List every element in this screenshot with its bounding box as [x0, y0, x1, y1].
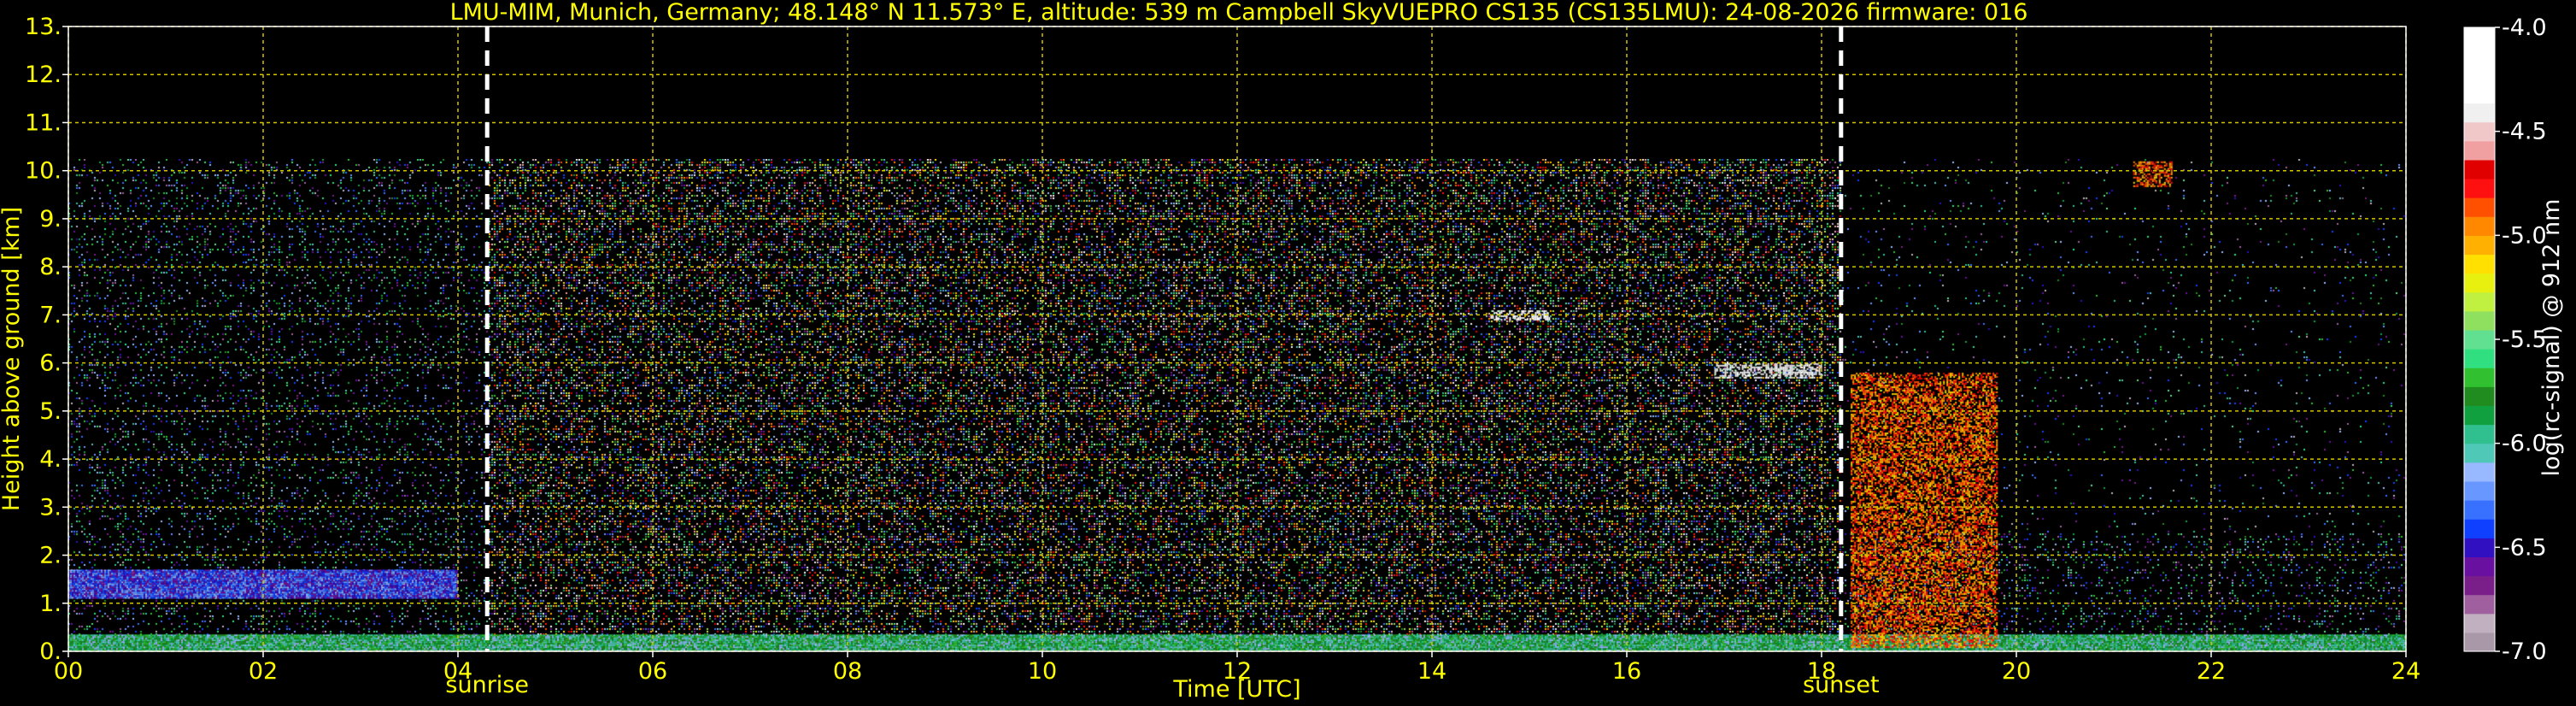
x-tick-label: 24 [2391, 658, 2421, 685]
y-tick-label: 4. [39, 446, 62, 473]
colorbar-segment [2464, 159, 2495, 179]
colorbar-tick-label: -4.5 [2502, 119, 2547, 145]
ceilometer-chart: sunrise sunset 00 02 04 06 08 10 12 14 16 18 20 22 24… [0, 0, 2576, 706]
y-tick-label: 7. [39, 302, 62, 328]
colorbar-segment [2464, 273, 2495, 293]
x-tick-label: 04 [443, 658, 472, 685]
colorbar-segment [2464, 140, 2495, 161]
colorbar-segment [2464, 103, 2495, 123]
y-tick-label: 0. [39, 638, 62, 665]
colorbar-segment [2464, 386, 2495, 407]
plot-area [68, 26, 2406, 651]
colorbar-segment [2464, 349, 2495, 368]
colorbar-segment [2464, 575, 2495, 596]
colorbar-segment [2464, 632, 2495, 652]
colorbar-label: log(rc-signal) @ 912 nm [2538, 199, 2565, 477]
colorbar-segment [2464, 27, 2495, 47]
y-tick-label: 2. [39, 543, 62, 569]
colorbar-segment [2464, 178, 2495, 198]
colorbar-segment [2464, 500, 2495, 520]
colorbar-segment [2464, 519, 2495, 538]
y-tick-label: 9. [39, 206, 62, 232]
y-tick-label: 3. [39, 494, 62, 521]
x-tick-label: 18 [1807, 658, 1836, 685]
y-tick-label: 8. [39, 254, 62, 280]
colorbar-segment [2464, 65, 2495, 85]
y-tick-label: 5. [39, 398, 62, 425]
x-tick-label: 02 [249, 658, 278, 685]
y-tick-label: 13. [25, 14, 62, 40]
colorbar-segment [2464, 556, 2495, 577]
colorbar-segment [2464, 216, 2495, 236]
colorbar-segment [2464, 462, 2495, 482]
colorbar-tick-label: -7.0 [2502, 638, 2547, 665]
colorbar-segment [2464, 197, 2495, 217]
y-tick-label: 12. [25, 62, 62, 88]
colorbar-segment [2464, 291, 2495, 312]
x-tick-label: 20 [2002, 658, 2031, 685]
colorbar-segment [2464, 254, 2495, 274]
colorbar-segment [2464, 368, 2495, 387]
x-tick-label: 10 [1028, 658, 1057, 685]
y-tick-label: 10. [25, 158, 62, 185]
x-tick-label: 08 [833, 658, 862, 685]
colorbar-segment [2464, 121, 2495, 142]
y-axis-label: Height above ground [km] [0, 207, 25, 511]
chart-title: LMU-MIM, Munich, Germany; 48.148° N 11.5… [450, 0, 2028, 26]
y-tick-label: 6. [39, 350, 62, 377]
colorbar-segment [2464, 310, 2495, 331]
colorbar-segment [2464, 538, 2495, 557]
x-tick-label: 14 [1417, 658, 1446, 685]
colorbar-segment [2464, 443, 2495, 463]
colorbar-segment [2464, 329, 2495, 350]
x-tick-label: 06 [638, 658, 667, 685]
colorbar-segment [2464, 405, 2495, 426]
colorbar-segment [2464, 424, 2495, 444]
colorbar-segment [2464, 480, 2495, 501]
y-tick-label: 11. [25, 109, 62, 136]
x-axis-label: Time [UTC] [1172, 676, 1300, 703]
colorbar-segment [2464, 46, 2495, 66]
colorbar-tick-label: -4.0 [2502, 15, 2547, 41]
x-tick-label: 16 [1612, 658, 1641, 685]
colorbar-tick-label: -6.5 [2502, 534, 2547, 561]
colorbar-segment [2464, 235, 2495, 256]
colorbar-segment [2464, 84, 2495, 104]
x-tick-label: 22 [2197, 658, 2226, 685]
colorbar-segment [2464, 594, 2495, 615]
colorbar-segment [2464, 613, 2495, 633]
y-tick-label: 1. [39, 591, 62, 617]
